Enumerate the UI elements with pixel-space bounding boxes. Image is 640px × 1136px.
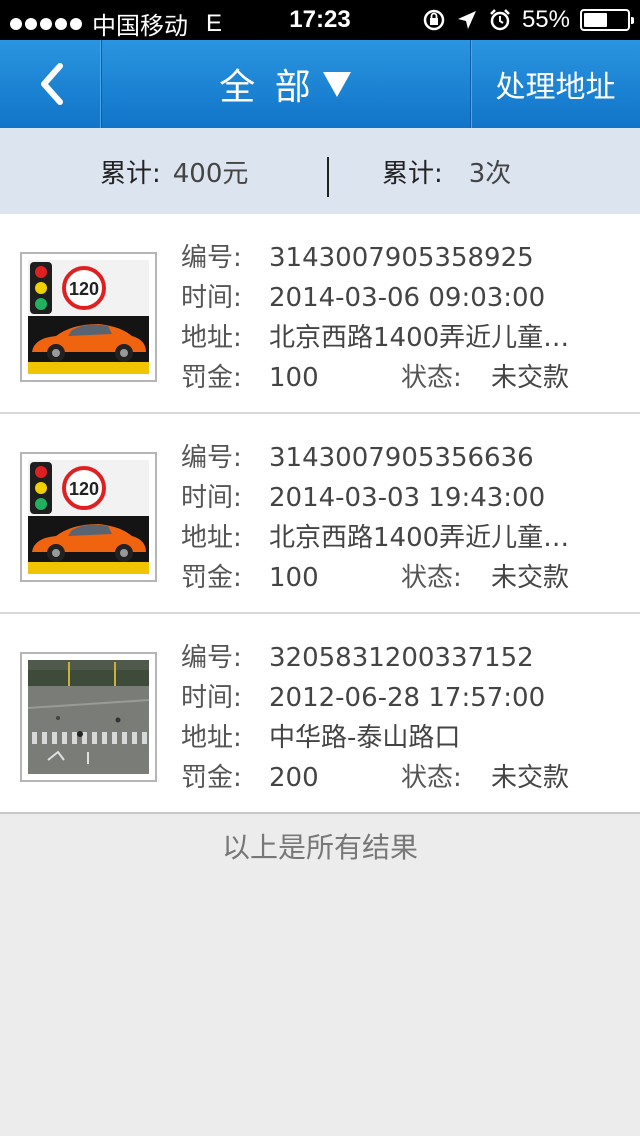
violation-address: 中华路-泰山路口 xyxy=(269,723,461,753)
number-label: 编号: xyxy=(181,443,242,473)
violation-list: 120 编号: 3143007905358925 时间: 2014-03-06 09… xyxy=(0,214,640,814)
violation-fine-row: 罚金: 200 状态: 未交款 xyxy=(181,758,601,798)
total-count-label: 累计: xyxy=(382,158,443,189)
violation-item[interactable]: 编号: 3205831200337152 时间: 2012-06-28 17:57:… xyxy=(0,614,640,814)
navigation-bar: 全 部 处理地址 xyxy=(0,40,640,128)
status-label: 状态: xyxy=(401,763,462,793)
violation-time-row: 时间: 2012-06-28 17:57:00 xyxy=(181,678,601,718)
back-chevron-icon xyxy=(40,63,63,105)
svg-text:120: 120 xyxy=(69,479,99,499)
violation-fine-row: 罚金: 100 状态: 未交款 xyxy=(181,558,601,598)
violation-time: 2014-03-03 19:43:00 xyxy=(269,483,546,513)
time-label: 时间: xyxy=(181,483,242,513)
violation-number: 3205831200337152 xyxy=(269,643,534,673)
svg-text:120: 120 xyxy=(69,279,99,299)
violation-number-row: 编号: 3143007905356636 xyxy=(181,438,601,478)
number-label: 编号: xyxy=(181,643,242,673)
violation-fine-row: 罚金: 100 状态: 未交款 xyxy=(181,358,601,398)
violation-time: 2014-03-06 09:03:00 xyxy=(269,283,546,313)
violation-status: 未交款 xyxy=(491,563,570,593)
violation-number-row: 编号: 3143007905358925 xyxy=(181,238,601,278)
total-count-value: 3次 xyxy=(468,158,512,189)
violation-item[interactable]: 120 编号: 3143007905358925 时间: 2014-03-06 09… xyxy=(0,214,640,414)
violation-status: 未交款 xyxy=(491,363,570,393)
violation-time-row: 时间: 2014-03-06 09:03:00 xyxy=(181,278,601,318)
filter-dropdown[interactable]: 全 部 xyxy=(102,40,470,128)
total-amount: 累计: 400元 xyxy=(100,128,248,214)
violation-thumbnail[interactable]: 120 xyxy=(20,452,157,582)
violation-address-row: 地址: 中华路-泰山路口 xyxy=(181,718,601,758)
violation-thumbnail[interactable] xyxy=(20,652,157,782)
time-label: 时间: xyxy=(181,283,242,313)
violation-thumbnail[interactable]: 120 xyxy=(20,252,157,382)
violation-item[interactable]: 120 编号: 3143007905356636 时间: 2014-03-03 19… xyxy=(0,414,640,614)
time-label: 时间: xyxy=(181,683,242,713)
violation-time: 2012-06-28 17:57:00 xyxy=(269,683,546,713)
intersection-photo-icon xyxy=(28,660,149,774)
status-label: 状态: xyxy=(401,563,462,593)
address-label: 地址: xyxy=(181,723,242,753)
violation-address: 北京西路1400弄近儿童… xyxy=(269,323,570,353)
violation-number: 3143007905356636 xyxy=(269,443,534,473)
summary-divider xyxy=(327,157,329,197)
number-label: 编号: xyxy=(181,243,242,273)
end-of-results-note: 以上是所有结果 xyxy=(221,831,418,864)
summary-bar: 累计: 400元 累计: 3次 xyxy=(0,128,640,214)
violation-number-row: 编号: 3205831200337152 xyxy=(181,638,601,678)
location-arrow-icon xyxy=(456,9,478,31)
violation-address-row: 地址: 北京西路1400弄近儿童… xyxy=(181,318,601,358)
violation-fine: 200 xyxy=(269,763,319,793)
violation-address-row: 地址: 北京西路1400弄近儿童… xyxy=(181,518,601,558)
status-label: 状态: xyxy=(401,363,462,393)
violation-number: 3143007905358925 xyxy=(269,243,534,273)
total-amount-label: 累计: xyxy=(100,158,161,189)
speed-limit-car-icon: 120 xyxy=(28,260,149,374)
page-title: 全 部 xyxy=(219,67,315,108)
violation-fine: 100 xyxy=(269,363,319,393)
battery-icon xyxy=(580,9,634,31)
battery-percent: 55% xyxy=(521,6,570,33)
process-address-button[interactable]: 处理地址 xyxy=(470,40,640,128)
total-amount-value: 400元 xyxy=(172,158,249,189)
alarm-icon xyxy=(488,8,512,32)
violation-fine: 100 xyxy=(269,563,319,593)
total-count: 累计: 3次 xyxy=(382,128,511,214)
address-label: 地址: xyxy=(181,523,242,553)
fine-label: 罚金: xyxy=(181,563,242,593)
status-bar: 中国移动 E 17:23 55% xyxy=(0,0,640,40)
fine-label: 罚金: xyxy=(181,363,242,393)
fine-label: 罚金: xyxy=(181,763,242,793)
address-label: 地址: xyxy=(181,323,242,353)
rotation-lock-icon xyxy=(422,8,446,32)
back-button[interactable] xyxy=(0,40,102,128)
violation-address: 北京西路1400弄近儿童… xyxy=(269,523,570,553)
violation-time-row: 时间: 2014-03-03 19:43:00 xyxy=(181,478,601,518)
dropdown-triangle-icon xyxy=(322,72,351,97)
violation-status: 未交款 xyxy=(491,763,570,793)
speed-limit-car-icon: 120 xyxy=(28,460,149,574)
